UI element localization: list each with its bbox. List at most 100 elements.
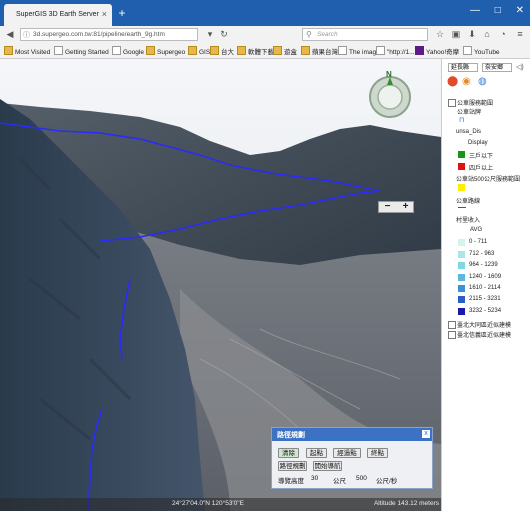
class-label-4: 1240 - 1609 <box>469 274 502 280</box>
layer-legend-panel: 延長縣 奈安鄉 ◁) ⬤ ◉ ◍ 公車服務範圍 公車站牌 ⊓ unsa_Dis … <box>441 59 530 511</box>
height-input[interactable]: 30 <box>311 475 318 482</box>
menu-icon[interactable]: ≡ <box>514 28 526 40</box>
class-label-3: 964 - 1239 <box>469 262 498 268</box>
class-label-6: 2115 - 3231 <box>469 296 501 302</box>
folder-icon <box>237 46 246 55</box>
bookmark-apple[interactable]: 蘋果台灣 <box>301 46 338 56</box>
height-unit: 公尺 <box>333 478 346 485</box>
class-label-1: 0 - 711 <box>469 239 488 245</box>
new-tab-button[interactable]: + <box>116 7 128 19</box>
star-icon[interactable]: ☆ <box>434 28 446 40</box>
marker-icon[interactable]: ◉ <box>462 76 472 88</box>
unsa-dis-label: unsa_Dis <box>456 129 482 135</box>
bookmark-most-visited[interactable]: Most Visited <box>4 46 50 56</box>
search-placeholder: Search <box>317 31 338 38</box>
coordinates-readout: 24°27'04.0"N 120°53'0"E <box>172 500 244 507</box>
county-select[interactable]: 延長縣 <box>448 63 478 72</box>
class-swatch-7 <box>458 308 465 315</box>
zoom-control: − + <box>378 201 414 213</box>
bookmark-youtube[interactable]: YouTube <box>463 46 500 56</box>
village-income-label: 村里收入 <box>456 218 481 224</box>
folder-icon <box>210 46 219 55</box>
taipei-xinyi-label: 臺北信義區近似建模 <box>457 333 512 339</box>
bus-stop-icon: ⊓ <box>459 117 465 124</box>
compass-control[interactable]: N <box>366 70 414 119</box>
layer-icon[interactable]: ◍ <box>478 76 488 88</box>
bookmark-ntu[interactable]: 台大 <box>210 46 234 56</box>
bookmark-supergeo[interactable]: Supergeo <box>146 46 185 56</box>
navigation-bar: ◀ ⓘ 3d.supergeo.com.tw:81/pipeline/earth… <box>0 26 530 45</box>
taipei-xinyi-checkbox[interactable] <box>448 331 456 339</box>
bookmark-software[interactable]: 軟體下載 <box>237 46 274 56</box>
location-selects: 延長縣 奈安鄉 ◁) <box>448 63 528 73</box>
class-swatch-3 <box>458 262 465 269</box>
class-swatch-1 <box>458 239 465 246</box>
start-navigation-button[interactable]: 開始導航 <box>313 461 342 471</box>
township-select[interactable]: 奈安鄉 <box>482 63 512 72</box>
dropdown-icon[interactable]: ▾ <box>204 28 216 40</box>
yahoo-icon <box>415 46 424 55</box>
class-swatch-4 <box>458 274 465 281</box>
map-pin-icon[interactable]: ⬤ <box>447 76 458 88</box>
bus-route-label: 公車路線 <box>456 199 481 205</box>
bookmarks-bar: Most Visited Getting Started Google Supe… <box>0 44 530 59</box>
bookmark-getting-started[interactable]: Getting Started <box>54 46 109 56</box>
page-icon <box>338 46 347 55</box>
bookmark-gis[interactable]: GIS <box>188 46 210 56</box>
back-icon[interactable]: ◀ <box>4 28 16 40</box>
compass-north-label: N <box>386 70 392 79</box>
page-icon <box>463 46 472 55</box>
zoom-out-button[interactable]: − <box>379 202 396 212</box>
page-icon <box>54 46 63 55</box>
home-icon[interactable]: ⌂ <box>481 28 493 40</box>
height-label: 導覽高度 <box>278 478 304 485</box>
bookmark-game[interactable]: 遊盒 <box>273 46 297 56</box>
browser-title-bar: SuperGIS 3D Earth Server × + — □ ✕ <box>0 0 530 26</box>
bus-range-checkbox[interactable] <box>448 99 456 107</box>
start-point-button[interactable]: 起點 <box>306 448 327 458</box>
bookmark-the-image[interactable]: The image <box>338 46 380 56</box>
bus-range-label: 公車服務範圍 <box>457 101 494 107</box>
folder-icon <box>146 46 155 55</box>
compute-route-button[interactable]: 路徑規劃 <box>278 461 307 471</box>
reload-icon[interactable]: ↻ <box>218 28 230 40</box>
four-above-label: 四戶以上 <box>469 166 494 172</box>
tab-close-icon[interactable]: × <box>102 9 107 19</box>
url-bar[interactable]: ⓘ 3d.supergeo.com.tw:81/pipeline/earth_9… <box>20 28 198 41</box>
three-below-label: 三戶以下 <box>469 154 494 160</box>
panel-close-button[interactable]: x <box>422 430 430 438</box>
window-controls: — □ ✕ <box>458 5 524 16</box>
end-point-button[interactable]: 終點 <box>367 448 388 458</box>
taipei-datong-label: 臺北大同區近似建模 <box>457 323 512 329</box>
map-status-bar: 24°27'04.0"N 120°53'0"E Altitude 143.12 … <box>0 498 441 511</box>
class-swatch-6 <box>458 296 465 303</box>
class-label-5: 1610 - 2114 <box>469 285 501 291</box>
red-swatch <box>458 163 465 170</box>
maximize-button[interactable]: □ <box>495 5 501 16</box>
taipei-datong-checkbox[interactable] <box>448 321 456 329</box>
close-window-button[interactable]: ✕ <box>516 5 524 16</box>
speed-unit: 公尺/秒 <box>376 478 398 485</box>
folder-icon <box>301 46 310 55</box>
minimize-button[interactable]: — <box>470 5 480 16</box>
bus-stop-label: 公車站牌 <box>457 110 482 116</box>
class-swatch-2 <box>458 251 465 258</box>
speaker-icon[interactable]: ◁) <box>516 63 524 71</box>
display-label: Display <box>468 140 488 146</box>
green-swatch <box>458 151 465 158</box>
download-icon[interactable]: ⬇ <box>466 28 478 40</box>
zoom-in-button[interactable]: + <box>397 202 414 212</box>
bookmark-http[interactable]: "http://1... <box>376 46 415 56</box>
search-input[interactable]: ⚲ Search <box>302 28 428 41</box>
speed-input[interactable]: 500 <box>356 475 367 482</box>
url-text: 3d.supergeo.com.tw:81/pipeline/earth_9g.… <box>33 31 165 38</box>
clear-button[interactable]: 清除 <box>278 448 299 458</box>
pocket-icon[interactable]: ◔ <box>497 28 509 40</box>
altitude-readout: Altitude 143.12 meters <box>373 500 439 507</box>
bookmark-google[interactable]: Google <box>112 46 144 56</box>
via-point-button[interactable]: 經過點 <box>333 448 361 458</box>
info-icon[interactable]: ⓘ <box>23 30 30 40</box>
browser-tab[interactable]: SuperGIS 3D Earth Server × <box>4 4 112 26</box>
bookmark-yahoo[interactable]: Yahoo!奇摩 <box>415 46 459 56</box>
clipboard-icon[interactable]: ▣ <box>450 28 462 40</box>
